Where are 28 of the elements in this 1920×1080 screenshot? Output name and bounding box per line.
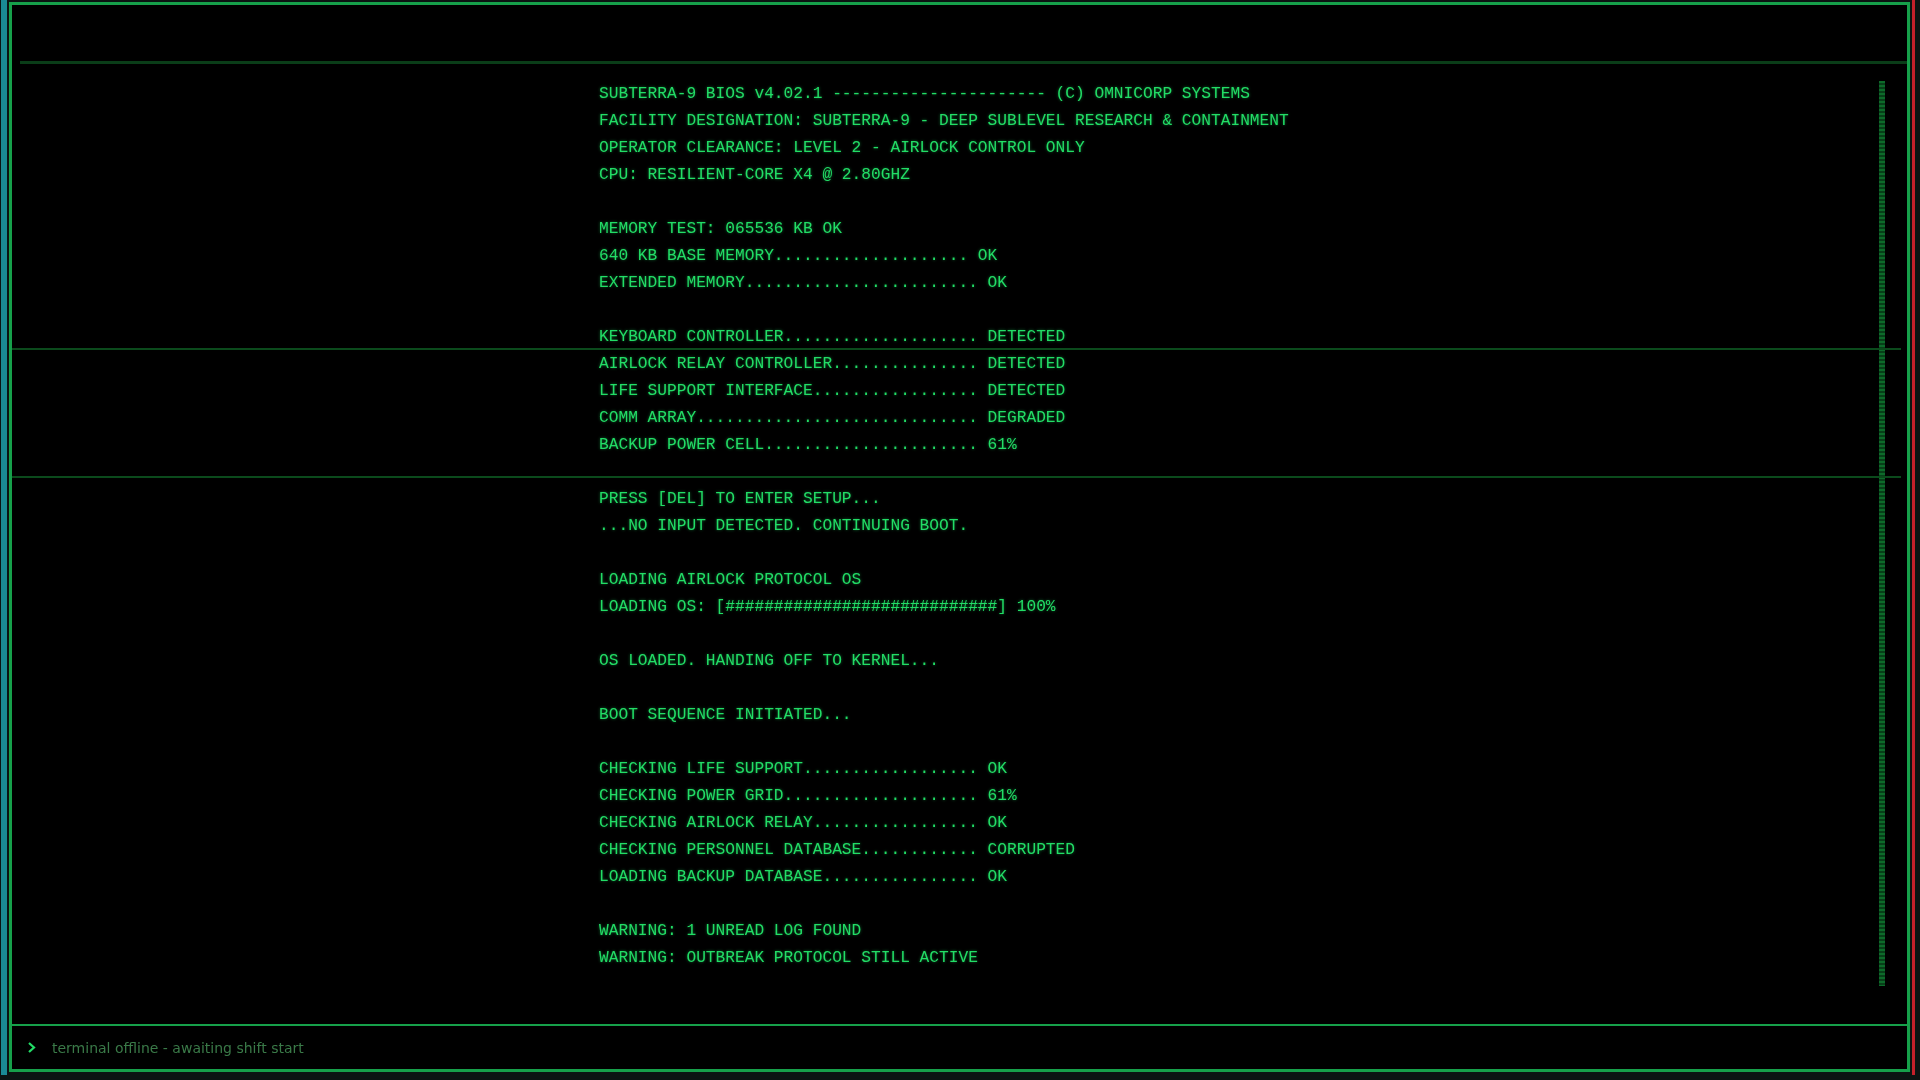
boot-log-line: KEYBOARD CONTROLLER.................... DETECTED	[599, 327, 1067, 348]
boot-log-line: OS LOADED. HANDING OFF TO KERNEL...	[599, 651, 940, 672]
boot-log-line: ...NO INPUT DETECTED. CONTINUING BOOT.	[599, 516, 970, 537]
boot-log-line: LIFE SUPPORT INTERFACE................. DETECTED	[599, 381, 1067, 402]
scrollbar[interactable]	[1879, 81, 1885, 986]
boot-log-line: OPERATOR CLEARANCE: LEVEL 2 - AIRLOCK CONTROL ONLY	[599, 138, 1086, 159]
boot-log-line: BOOT SEQUENCE INITIATED...	[599, 705, 853, 726]
command-input-field[interactable]: terminal offline - awaiting shift start	[50, 1038, 654, 1057]
boot-log-line: LOADING OS: [############################] 100%	[599, 597, 1057, 618]
boot-log-line: COMM ARRAY............................. DEGRADED	[599, 408, 1067, 429]
boot-log-line: CHECKING POWER GRID.................... 61%	[599, 786, 1018, 807]
prompt-chevron-icon	[28, 1042, 36, 1053]
boot-log-line: EXTENDED MEMORY........................ OK	[599, 273, 1008, 294]
boot-log-line: WARNING: 1 UNREAD LOG FOUND	[599, 921, 863, 942]
boot-log-line: LOADING BACKUP DATABASE................ OK	[599, 867, 1008, 888]
boot-log-line: WARNING: OUTBREAK PROTOCOL STILL ACTIVE	[599, 948, 979, 969]
boot-log-line: FACILITY DESIGNATION: SUBTERRA-9 - DEEP SUBLEVEL RESEARCH & CONTAINMENT	[599, 111, 1290, 132]
boot-log-line: CHECKING LIFE SUPPORT.................. OK	[599, 759, 1008, 780]
boot-log-line: CPU: RESILIENT-CORE X4 @ 2.80GHZ	[599, 165, 911, 186]
boot-log-line: CHECKING PERSONNEL DATABASE............ CORRUPTED	[599, 840, 1076, 861]
boot-log-line: SUBTERRA-9 BIOS v4.02.1 ---------------------- (C) OMNICORP SYSTEMS	[599, 84, 1251, 105]
boot-log-line: 640 KB BASE MEMORY.................... OK	[599, 246, 999, 267]
boot-log-line: BACKUP POWER CELL...................... 61%	[599, 435, 1018, 456]
boot-log-line: MEMORY TEST: 065536 KB OK	[599, 219, 843, 240]
boot-log-line: PRESS [DEL] TO ENTER SETUP...	[599, 489, 882, 510]
boot-log-line: LOADING AIRLOCK PROTOCOL OS	[599, 570, 863, 591]
boot-log-line: AIRLOCK RELAY CONTROLLER............... DETECTED	[599, 354, 1067, 375]
boot-log-line: CHECKING AIRLOCK RELAY................. OK	[599, 813, 1008, 834]
